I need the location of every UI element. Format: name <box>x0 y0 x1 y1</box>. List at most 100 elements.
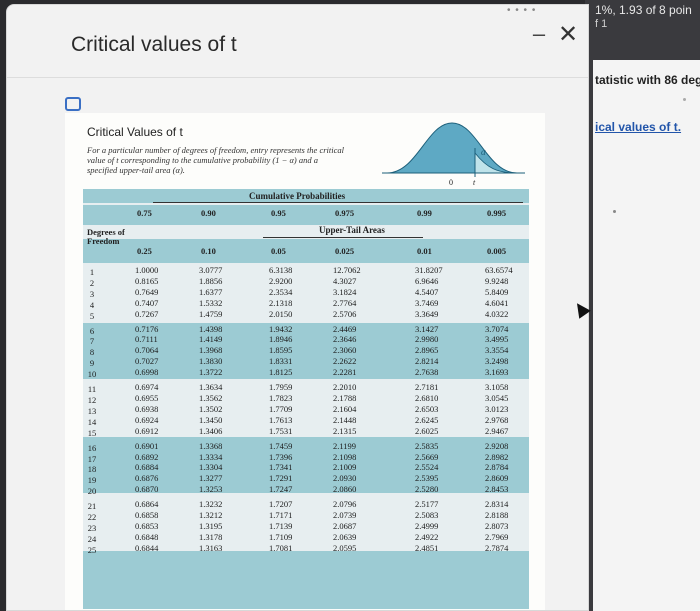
table-cell: 1.7291 <box>269 473 293 484</box>
table-cell: 1.0000 <box>135 265 159 275</box>
table-cell: 20 <box>87 486 97 497</box>
window-title: Critical values of t <box>71 33 237 56</box>
decorative-dot <box>613 210 616 213</box>
print-icon[interactable] <box>65 97 81 111</box>
bell-zero-label: 0 <box>449 178 453 187</box>
table-cell: 2.7638 <box>415 367 439 378</box>
table-cell: 2.1098 <box>333 451 357 462</box>
column-header: 0.75 <box>137 208 152 218</box>
table-cell: 1.7531 <box>269 425 293 436</box>
table-cell: 1.3722 <box>199 367 223 378</box>
table-cell: 2.5083 <box>415 510 439 521</box>
table-cell: 0.6876 <box>135 473 159 484</box>
critical-values-link[interactable]: ical values of t. <box>595 120 681 134</box>
table-cell: 1.5332 <box>199 297 223 308</box>
table-cell: 1.8331 <box>269 356 293 367</box>
minimize-button[interactable]: – <box>529 23 549 47</box>
table-cell: 10 <box>87 369 97 380</box>
table-cell: 2.5669 <box>415 451 439 462</box>
table-cell: 18 <box>87 464 97 475</box>
drag-handle[interactable]: • • • • <box>507 5 536 16</box>
table-cell: 2.4851 <box>415 542 439 553</box>
table-cell: 2.1009 <box>333 462 357 473</box>
table-cell: 1.7341 <box>269 462 293 473</box>
column-header: 0.95 <box>271 208 286 218</box>
table-cell: 2.8965 <box>415 345 439 356</box>
table-cell: 2.2010 <box>333 382 357 393</box>
table-cell: 9.9248 <box>485 275 509 286</box>
table-cell: 1.3178 <box>199 531 223 542</box>
table-cell: 1.3450 <box>199 414 223 425</box>
table-cell: 2.9467 <box>485 425 509 436</box>
table-cell: 1.3253 <box>199 484 223 495</box>
critical-values-table-image: Critical Values of t For a particular nu… <box>65 113 545 610</box>
table-cell: 2.6503 <box>415 403 439 414</box>
value-column: 63.6574 9.9248 5.8409 4.6041 4.0322 3.7074 3.4… <box>485 265 513 554</box>
table-cell: 0.6870 <box>135 484 159 495</box>
table-cell: 2.6245 <box>415 414 439 425</box>
table-cell: 3.1058 <box>485 382 509 393</box>
table-cell: 3.3554 <box>485 345 509 356</box>
table-cell: 2.8214 <box>415 356 439 367</box>
table-cell: 1.7709 <box>269 403 293 414</box>
close-button[interactable]: ✕ <box>557 23 579 47</box>
table-cell: 0.7407 <box>135 297 159 308</box>
table-cell: 24 <box>87 533 97 544</box>
table-cell: 3 <box>89 288 95 299</box>
table-cell: 4.0322 <box>485 308 509 319</box>
table-cell: 2.0930 <box>333 473 357 484</box>
table-cell: 4 <box>89 299 95 310</box>
table-cell: 11 <box>87 384 97 395</box>
table-cell: 2.1315 <box>333 425 357 436</box>
table-cell: 0.6974 <box>135 382 159 393</box>
table-cell: 0.6938 <box>135 403 159 414</box>
column-header: 0.975 <box>335 208 355 218</box>
table-cell: 25 <box>87 544 97 555</box>
table-cell: 2.1448 <box>333 414 357 425</box>
table-cell: 1.3277 <box>199 473 223 484</box>
critical-values-window: • • • • Critical values of t – ✕ Critica… <box>6 4 589 611</box>
table-cell: 17 <box>87 453 97 464</box>
table-cell: 12.7062 <box>333 265 361 275</box>
table-cell: 2.7181 <box>415 382 439 393</box>
table-cell: 2.8982 <box>485 451 509 462</box>
table-cell: 2.9768 <box>485 414 509 425</box>
cumulative-probability-row: 0.75 0.90 0.95 0.975 0.99 0.995 <box>83 208 529 222</box>
table-cell: 2.6810 <box>415 392 439 403</box>
table-cell: 2.5280 <box>415 484 439 495</box>
table-cell: 0.6998 <box>135 367 159 378</box>
table-cell: 2.1318 <box>269 297 293 308</box>
table-cell: 2.2281 <box>333 367 357 378</box>
table-cell: 3.4995 <box>485 334 509 345</box>
table-cell: 1.8595 <box>269 345 293 356</box>
table-cell: 2.0860 <box>333 484 357 495</box>
table-cell: 31.8207 <box>415 265 443 275</box>
table-cell: 12 <box>87 394 97 405</box>
column-header: 0.05 <box>271 246 286 256</box>
table-cell: 0.6848 <box>135 531 159 542</box>
table-cell: 1.7139 <box>269 520 293 531</box>
table-cell: 0.6853 <box>135 520 159 531</box>
table-cell: 2.0639 <box>333 531 357 542</box>
table-cell: 1.3634 <box>199 382 223 393</box>
table-cell: 2.5835 <box>415 440 439 451</box>
table-cell: 1.7823 <box>269 392 293 403</box>
table-cell: 2.2622 <box>333 356 357 367</box>
table-cell: 1.3232 <box>199 499 223 510</box>
value-column: 6.3138 2.9200 2.3534 2.1318 2.0150 1.9432 1.89… <box>269 265 292 554</box>
table-cell: 3.1824 <box>333 286 357 297</box>
table-cell: 2.1604 <box>333 403 357 414</box>
table-cell: 1.3212 <box>199 510 223 521</box>
table-cell: 63.6574 <box>485 265 513 275</box>
header-rule <box>263 237 423 238</box>
table-cell: 1.3830 <box>199 356 223 367</box>
table-cell: 2.5395 <box>415 473 439 484</box>
table-cell: 2.8314 <box>485 499 509 510</box>
table-cell: 1.3406 <box>199 425 223 436</box>
table-cell: 1.3562 <box>199 392 223 403</box>
table-cell: 1.3502 <box>199 403 223 414</box>
column-header: 0.005 <box>487 246 507 256</box>
table-cell: 5.8409 <box>485 286 509 297</box>
table-cell: 19 <box>87 475 97 486</box>
table-cell: 2.1788 <box>333 392 357 403</box>
